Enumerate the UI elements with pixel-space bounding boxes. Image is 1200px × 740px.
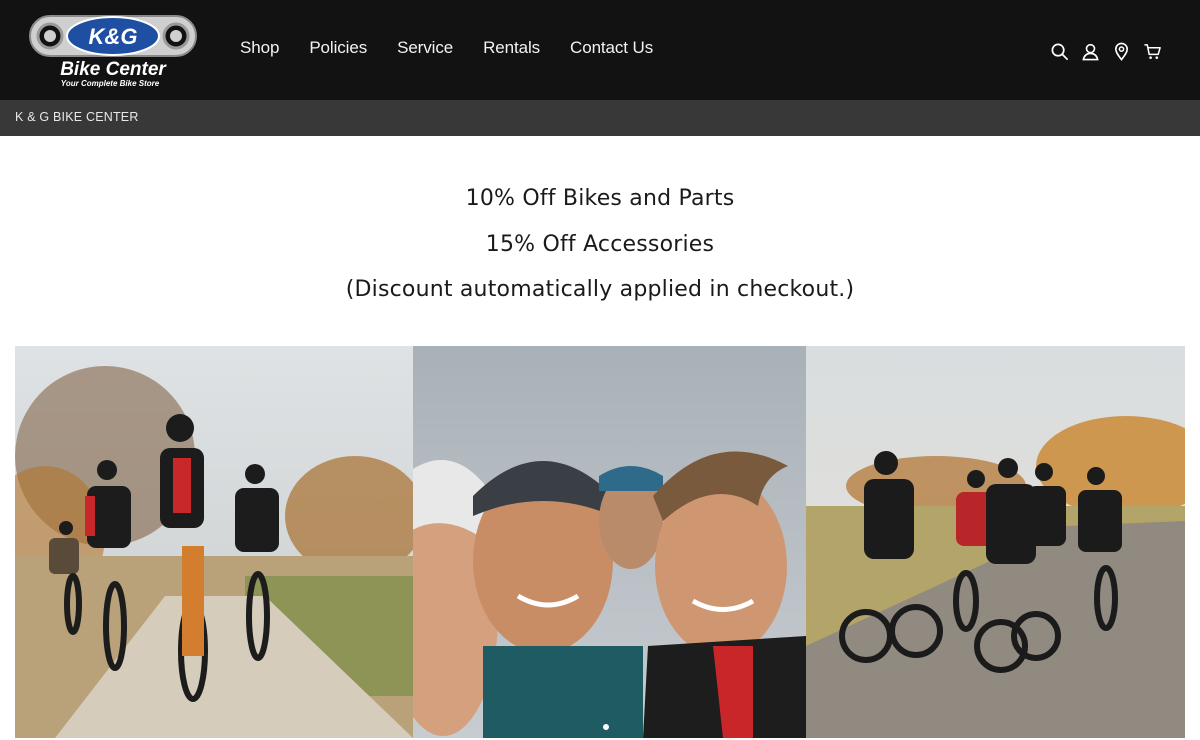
promo-banner: 10% Off Bikes and Parts 15% Off Accessor… <box>0 176 1200 313</box>
logo-brand-short: K&G <box>89 24 138 49</box>
hero-gallery[interactable] <box>15 346 1185 738</box>
store-name-bar: K & G BIKE CENTER <box>0 100 1200 136</box>
search-icon[interactable] <box>1050 42 1069 61</box>
group-ride-road-photo <box>806 346 1185 738</box>
riders-selfie-photo <box>413 346 806 738</box>
nav-contact-us[interactable]: Contact Us <box>570 38 653 58</box>
nav-rentals[interactable]: Rentals <box>483 38 540 58</box>
logo-brand-name: Bike Center <box>60 59 167 80</box>
kg-bike-center-logo[interactable]: K&G Bike Center Your Complete Bike Store <box>28 12 198 90</box>
promo-line-checkout-note: (Discount automatically applied in check… <box>345 277 855 302</box>
header-icons <box>1050 42 1162 61</box>
site-header: K&G Bike Center Your Complete Bike Store… <box>0 0 1200 100</box>
cart-icon[interactable] <box>1143 42 1162 61</box>
nav-service[interactable]: Service <box>397 38 453 58</box>
nav-shop[interactable]: Shop <box>240 38 279 58</box>
store-name: K & G BIKE CENTER <box>15 110 139 124</box>
nav-policies[interactable]: Policies <box>309 38 367 58</box>
location-icon[interactable] <box>1112 42 1131 61</box>
logo-tagline: Your Complete Bike Store <box>61 79 160 88</box>
slide-indicator-dot[interactable] <box>603 724 609 730</box>
group-ride-trail-photo <box>15 346 413 738</box>
promo-line-bikes-parts: 10% Off Bikes and Parts <box>465 186 735 211</box>
main-nav: Shop Policies Service Rentals Contact Us <box>240 38 683 58</box>
promo-line-accessories: 15% Off Accessories <box>485 231 715 257</box>
account-icon[interactable] <box>1081 42 1100 61</box>
